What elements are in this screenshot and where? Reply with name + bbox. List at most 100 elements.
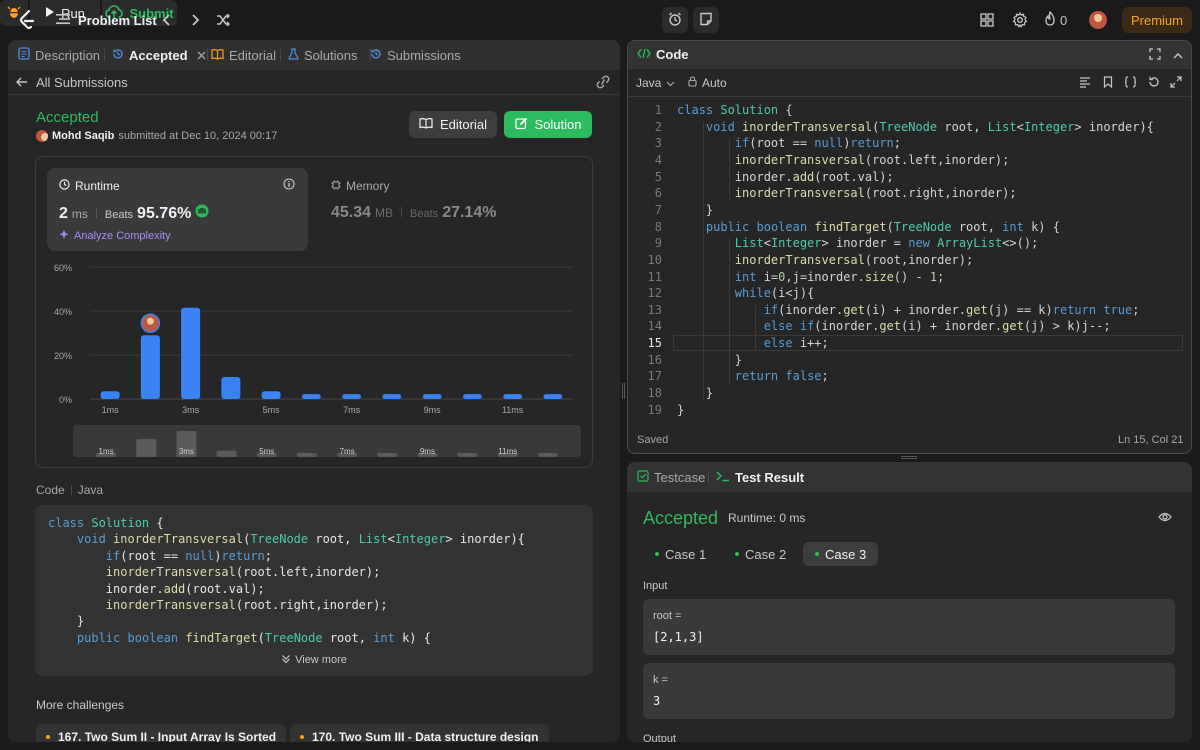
overview-tick-label: 9ms	[420, 447, 435, 456]
case-3-tab[interactable]: Case 3	[803, 542, 879, 566]
performance-stats: Runtime 2 ms Beats 95.76% Analyze Comple…	[35, 156, 593, 468]
code-line[interactable]: void inorderTransversal(TreeNode root, L…	[677, 120, 1154, 134]
expand-icon[interactable]	[1170, 76, 1182, 91]
code-line[interactable]: return false;	[677, 369, 829, 383]
settings-gear-icon[interactable]	[1010, 10, 1030, 30]
input-k-box[interactable]: k = 3	[643, 663, 1175, 719]
case-2-tab[interactable]: Case 2	[723, 542, 798, 566]
line-number: 6	[654, 186, 662, 201]
tab-editorial-label: Editorial	[229, 47, 276, 63]
chart-bar[interactable]	[221, 377, 241, 399]
case-label: Case 3	[825, 546, 867, 562]
author-name[interactable]: Mohd Saqib	[52, 130, 114, 142]
info-icon[interactable]	[283, 178, 295, 193]
notes-button[interactable]	[693, 7, 719, 33]
panel-resize-handle-vertical[interactable]	[622, 383, 625, 399]
code-editor-body[interactable]: 1 class Solution {2 void inorderTransvers…	[628, 98, 1191, 428]
chevron-down-icon	[666, 76, 675, 90]
analyze-complexity-link[interactable]: Analyze Complexity	[59, 229, 171, 243]
tab-editorial[interactable]: Editorial	[211, 47, 276, 63]
memory-card[interactable]: Memory 45.34 MB Beats 27.14%	[331, 179, 581, 254]
code-line[interactable]: public boolean findTarget(TreeNode root,…	[677, 220, 1060, 234]
chart-bar[interactable]	[422, 394, 442, 399]
chart-bar[interactable]	[462, 394, 482, 399]
chart-bar[interactable]	[543, 394, 563, 399]
pass-dot	[735, 552, 739, 556]
auto-mode[interactable]: Auto	[688, 76, 727, 90]
code-line[interactable]: inorderTransversal(root.right,inorder);	[677, 186, 1017, 200]
top-bar: Problem List Run Submit 0 Premium	[0, 0, 1200, 40]
streak-counter[interactable]: 0	[1044, 10, 1067, 30]
chart-bar[interactable]	[140, 335, 160, 399]
shuffle-icon[interactable]	[213, 10, 233, 30]
braces-icon[interactable]	[1124, 76, 1137, 91]
tab-description-label: Description	[35, 47, 101, 63]
runtime-card[interactable]: Runtime 2 ms Beats 95.76% Analyze Comple…	[47, 168, 308, 251]
chart-bar[interactable]	[503, 394, 523, 399]
code-line[interactable]: if(inorder.get(i) + inorder.get(j) == k)…	[677, 303, 1140, 317]
code-line[interactable]: inorderTransversal(root.left,inorder);	[677, 153, 1010, 167]
panel-resize-handle[interactable]	[901, 456, 917, 459]
chart-bar[interactable]	[181, 307, 201, 399]
premium-label: Premium	[1130, 12, 1183, 28]
tab-solutions[interactable]: Solutions	[288, 47, 357, 63]
line-number: 19	[647, 402, 662, 417]
language-select[interactable]: Java	[636, 76, 675, 90]
chart-bar[interactable]	[100, 391, 120, 399]
tab-description[interactable]: Description	[18, 47, 100, 63]
challenge-two-sum-ii[interactable]: 167. Two Sum II - Input Array Is Sorted	[36, 724, 287, 742]
case-1-tab[interactable]: Case 1	[643, 542, 718, 566]
editorial-button[interactable]: Editorial	[409, 111, 497, 138]
bookmark-icon[interactable]	[1103, 76, 1113, 91]
premium-button[interactable]: Premium	[1122, 7, 1192, 33]
line-number: 4	[654, 152, 662, 167]
code-line[interactable]: }	[677, 386, 713, 400]
collapse-icon[interactable]	[1173, 49, 1183, 64]
code-line[interactable]: else if(inorder.get(i) + inorder.get(j) …	[677, 319, 1111, 333]
left-panel: Description Accepted Editorial Solutions	[8, 40, 620, 742]
next-problem-icon[interactable]	[185, 10, 205, 30]
input-root-box[interactable]: root = [2,1,3]	[643, 599, 1175, 655]
chart-bar[interactable]	[342, 394, 362, 399]
layout-grid-icon[interactable]	[977, 10, 997, 30]
line-number: 5	[654, 169, 662, 184]
view-more-button[interactable]: View more	[35, 644, 593, 676]
code-line[interactable]: inorder.add(root.val);	[677, 170, 894, 184]
cursor-position: Ln 15, Col 21	[1118, 434, 1184, 446]
close-tab-icon[interactable]	[197, 48, 206, 63]
code-line[interactable]: }	[677, 353, 742, 367]
user-avatar[interactable]	[1088, 10, 1108, 30]
reset-icon[interactable]	[1148, 76, 1160, 91]
runtime-distribution-chart[interactable]: 0% 20% 40% 60% 1ms 3ms 5ms 7ms 9ms 11ms 1ms 3ms 5ms 7…	[36, 257, 592, 467]
code-line[interactable]: List<Integer> inorder = new ArrayList<>(…	[677, 236, 1039, 250]
chart-bar[interactable]	[382, 394, 402, 399]
chart-bar[interactable]	[261, 391, 281, 399]
leetcode-logo-icon[interactable]	[16, 9, 38, 31]
all-submissions-link[interactable]: All Submissions	[16, 75, 128, 90]
tab-submissions[interactable]: Submissions	[370, 47, 461, 63]
tab-testcase[interactable]: Testcase	[637, 470, 705, 485]
code-line[interactable]: inorderTransversal(root,inorder);	[677, 253, 973, 267]
challenge-two-sum-iii[interactable]: 170. Two Sum III - Data structure design	[290, 724, 549, 742]
tab-test-result[interactable]: Test Result	[716, 470, 804, 485]
maximize-icon[interactable]	[1149, 48, 1161, 63]
tab-code[interactable]: Code	[637, 47, 689, 62]
timer-button[interactable]	[662, 7, 688, 33]
book-icon	[211, 48, 224, 63]
code-line[interactable]: else i++;	[677, 336, 829, 350]
problem-list-button[interactable]: Problem List	[56, 10, 157, 30]
code-line[interactable]: if(root == null)return;	[677, 136, 901, 150]
code-line[interactable]: int i=0,j=inorder.size() - 1;	[677, 270, 945, 284]
format-icon[interactable]	[1079, 76, 1091, 91]
chart-bar[interactable]	[301, 394, 321, 399]
code-line[interactable]: class Solution {	[677, 103, 793, 117]
solution-button[interactable]: Solution	[504, 111, 592, 138]
code-preview-line: inorderTransversal(root.right,inorder);	[105, 598, 388, 612]
share-link-icon[interactable]	[595, 75, 611, 92]
tab-accepted[interactable]: Accepted	[112, 47, 206, 63]
eye-icon[interactable]	[1158, 510, 1172, 525]
code-line[interactable]: }	[677, 203, 713, 217]
code-line[interactable]: while(i<j){	[677, 286, 814, 300]
code-line[interactable]: }	[677, 403, 684, 417]
prev-problem-icon[interactable]	[157, 10, 177, 30]
